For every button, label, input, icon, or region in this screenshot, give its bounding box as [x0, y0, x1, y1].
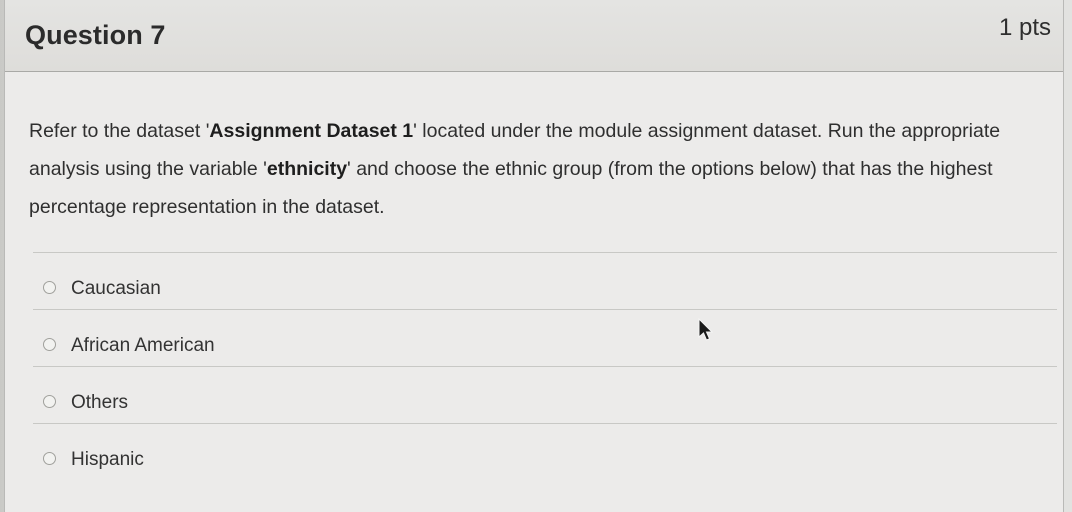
- screen-background: Question 7 1 pts Refer to the dataset 'A…: [0, 0, 1072, 512]
- answer-label[interactable]: African American: [71, 335, 215, 357]
- mouse-pointer-icon: [698, 318, 713, 341]
- question-title: Question 7: [25, 20, 166, 50]
- question-prompt: Refer to the dataset 'Assignment Dataset…: [29, 112, 1049, 226]
- question-header: Question 7 1 pts: [5, 0, 1063, 72]
- radio-button-icon[interactable]: [43, 281, 56, 294]
- answer-label[interactable]: Hispanic: [71, 449, 144, 471]
- answer-option-hispanic[interactable]: Hispanic: [33, 423, 1057, 480]
- prompt-variable-name: ethnicity: [266, 158, 348, 180]
- answer-list: Caucasian African American Others Hispan…: [33, 252, 1057, 480]
- answer-option-others[interactable]: Others: [33, 366, 1057, 423]
- answer-label[interactable]: Others: [71, 392, 128, 414]
- question-card: Question 7 1 pts Refer to the dataset 'A…: [4, 0, 1064, 512]
- radio-button-icon[interactable]: [43, 395, 56, 408]
- prompt-text-1: Refer to the dataset ': [29, 120, 210, 142]
- radio-button-icon[interactable]: [43, 452, 56, 465]
- answer-label[interactable]: Caucasian: [71, 278, 161, 300]
- radio-button-icon[interactable]: [43, 338, 56, 351]
- prompt-dataset-name: Assignment Dataset 1: [209, 120, 414, 142]
- question-points: 1 pts: [998, 14, 1051, 41]
- answer-option-african-american[interactable]: African American: [33, 309, 1057, 366]
- answer-option-caucasian[interactable]: Caucasian: [33, 252, 1057, 309]
